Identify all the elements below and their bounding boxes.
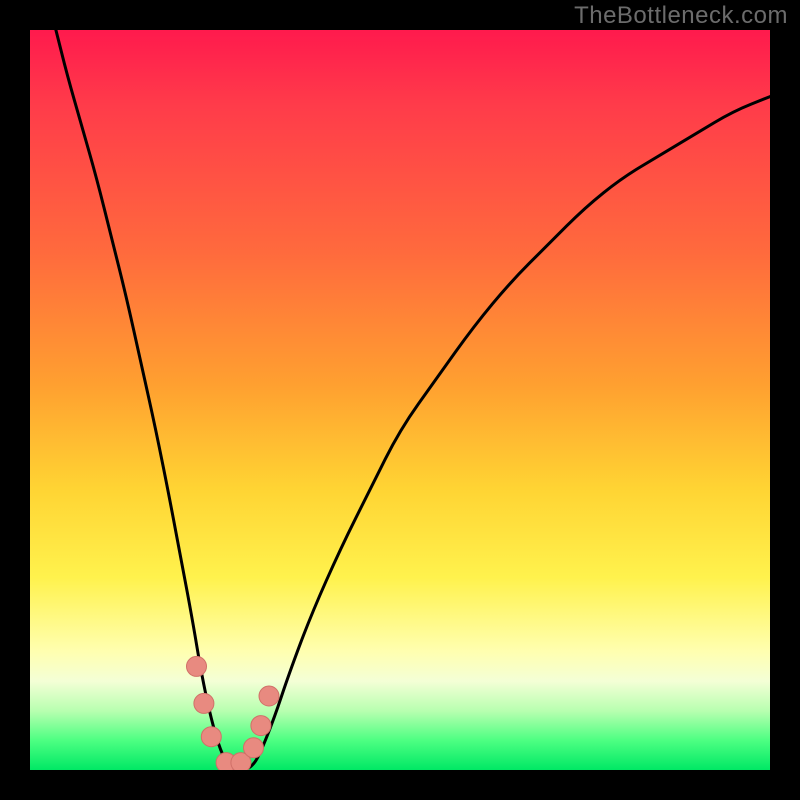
curve-marker [251,716,271,736]
curve-marker [187,656,207,676]
curve-marker [259,686,279,706]
curve-marker [201,727,221,747]
chart-frame: TheBottleneck.com [0,0,800,800]
bottleneck-curve-path [56,30,770,770]
curve-marker [244,738,264,758]
curve-marker [194,693,214,713]
bottleneck-curve-svg [30,30,770,770]
plot-area [30,30,770,770]
watermark-text: TheBottleneck.com [574,2,788,30]
curve-markers [187,656,280,770]
